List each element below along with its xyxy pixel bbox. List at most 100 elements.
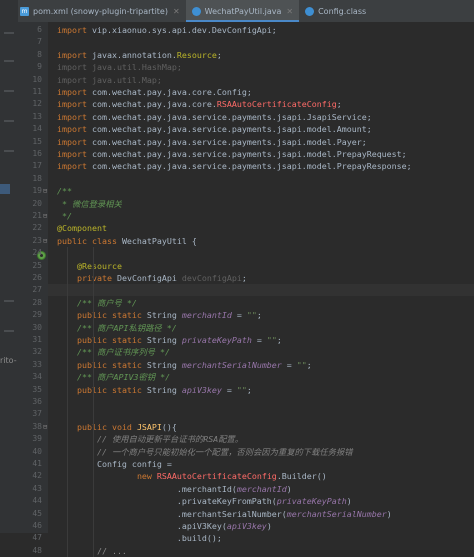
line-number[interactable]: 19: [18, 185, 42, 197]
close-icon[interactable]: ✕: [286, 7, 293, 16]
code-line[interactable]: public static String privateKeyPath = ""…: [48, 334, 474, 346]
code-line[interactable]: [48, 247, 474, 259]
code-line[interactable]: /**: [48, 185, 474, 197]
line-number[interactable]: 38: [18, 421, 42, 433]
code-line[interactable]: import com.wechat.pay.java.service.payme…: [48, 136, 474, 148]
line-number[interactable]: 47: [18, 532, 42, 544]
code-line[interactable]: import com.wechat.pay.java.service.payme…: [48, 148, 474, 160]
code-line[interactable]: import java.util.Map;: [48, 74, 474, 86]
line-number[interactable]: 6: [18, 24, 42, 36]
fold-icon[interactable]: ⊟: [43, 421, 47, 433]
line-number[interactable]: 33: [18, 359, 42, 371]
code-line[interactable]: public static String merchantId = "";: [48, 309, 474, 321]
tab-wechatpayutil[interactable]: WechatPayUtil.java ✕: [185, 0, 300, 22]
line-number[interactable]: 35: [18, 384, 42, 396]
code-line[interactable]: import com.wechat.pay.java.service.payme…: [48, 111, 474, 123]
line-number[interactable]: 27: [18, 284, 42, 296]
line-number[interactable]: 42: [18, 470, 42, 482]
code-line[interactable]: private DevConfigApi devConfigApi;: [48, 272, 474, 284]
code-text: .apiV3Key(apiV3key): [57, 520, 272, 532]
line-number[interactable]: 36: [18, 396, 42, 408]
line-number[interactable]: 7: [18, 36, 42, 48]
code-line[interactable]: /** 商户号 */: [48, 297, 474, 309]
code-line[interactable]: @Resource: [48, 260, 474, 272]
line-number[interactable]: 16: [18, 148, 42, 160]
line-number[interactable]: 23: [18, 235, 42, 247]
code-line[interactable]: [48, 396, 474, 408]
code-line[interactable]: [48, 408, 474, 420]
line-number[interactable]: 22: [18, 222, 42, 234]
line-number[interactable]: 46: [18, 520, 42, 532]
code-line[interactable]: /** 商户API私钥路径 */: [48, 322, 474, 334]
line-number[interactable]: 40: [18, 446, 42, 458]
line-number[interactable]: 34: [18, 371, 42, 383]
code-line[interactable]: import java.util.HashMap;: [48, 61, 474, 73]
code-line[interactable]: @Component: [48, 222, 474, 234]
code-line[interactable]: [48, 284, 474, 297]
code-line[interactable]: import com.wechat.pay.java.service.payme…: [48, 160, 474, 172]
code-line[interactable]: .privateKeyFromPath(privateKeyPath): [48, 495, 474, 507]
code-line[interactable]: import com.wechat.pay.java.service.payme…: [48, 123, 474, 135]
code-line[interactable]: */: [48, 210, 474, 222]
code-line[interactable]: public class WechatPayUtil {: [48, 235, 474, 247]
code-line[interactable]: public void JSAPI(){: [48, 421, 474, 433]
fold-icon[interactable]: ⊟: [43, 210, 47, 222]
line-number[interactable]: 41: [18, 458, 42, 470]
line-number[interactable]: 8: [18, 49, 42, 61]
code-line[interactable]: .merchantId(merchantId): [48, 483, 474, 495]
code-editor[interactable]: import vip.xiaonuo.sys.api.dev.DevConfig…: [48, 22, 474, 557]
line-number[interactable]: 20: [18, 198, 42, 210]
code-line[interactable]: public static String merchantSerialNumbe…: [48, 359, 474, 371]
line-number[interactable]: 26: [18, 272, 42, 284]
line-number[interactable]: 15: [18, 136, 42, 148]
line-number[interactable]: 44: [18, 495, 42, 507]
line-number[interactable]: 17: [18, 160, 42, 172]
code-line[interactable]: [48, 36, 474, 48]
line-number[interactable]: 28: [18, 297, 42, 309]
code-line[interactable]: .apiV3Key(apiV3key): [48, 520, 474, 532]
code-line[interactable]: /** 商户APIV3密钥 */: [48, 371, 474, 383]
line-number[interactable]: 21: [18, 210, 42, 222]
code-line[interactable]: Config config =: [48, 458, 474, 470]
code-line[interactable]: import com.wechat.pay.java.core.Config;: [48, 86, 474, 98]
code-line[interactable]: // ...: [48, 545, 474, 557]
line-number[interactable]: 12: [18, 98, 42, 110]
line-number[interactable]: 10: [18, 74, 42, 86]
line-number[interactable]: 13: [18, 111, 42, 123]
fold-icon[interactable]: ⊟: [43, 185, 47, 197]
code-line[interactable]: * 微信登录相关: [48, 198, 474, 210]
fold-icon[interactable]: ⊟: [43, 235, 47, 247]
line-number[interactable]: 48: [18, 545, 42, 557]
line-number[interactable]: 31: [18, 334, 42, 346]
line-number[interactable]: 11: [18, 86, 42, 98]
project-tree-selection[interactable]: [0, 184, 10, 194]
tab-pom-xml[interactable]: m pom.xml (snowy-plugin-tripartite) ✕: [18, 0, 186, 22]
code-line[interactable]: public static String apiV3key = "";: [48, 384, 474, 396]
line-number[interactable]: 14: [18, 123, 42, 135]
line-number[interactable]: 24: [18, 247, 42, 259]
line-number[interactable]: 39: [18, 433, 42, 445]
line-number[interactable]: 9: [18, 61, 42, 73]
code-line[interactable]: import vip.xiaonuo.sys.api.dev.DevConfig…: [48, 24, 474, 36]
code-line[interactable]: new RSAAutoCertificateConfig.Builder(): [48, 470, 474, 482]
code-line[interactable]: .merchantSerialNumber(merchantSerialNumb…: [48, 508, 474, 520]
code-line[interactable]: // 一个商户号只能初始化一个配置，否则会因为重复的下载任务报错: [48, 446, 474, 458]
code-line[interactable]: import com.wechat.pay.java.core.RSAAutoC…: [48, 98, 474, 110]
code-line[interactable]: import javax.annotation.Resource;: [48, 49, 474, 61]
code-line[interactable]: .build();: [48, 532, 474, 544]
line-number[interactable]: 29: [18, 309, 42, 321]
line-number[interactable]: 45: [18, 508, 42, 520]
strip-dot: [4, 300, 14, 302]
tab-config-class[interactable]: Config.class: [299, 0, 372, 22]
line-number[interactable]: 37: [18, 408, 42, 420]
line-number[interactable]: 18: [18, 173, 42, 185]
line-number-gutter[interactable]: 6 7 8 9 10 11 12 13 14 15 16 17 18 19 ⊟ 20 21 ⊟ 22 23 ⊟ 24 25 2…: [18, 22, 48, 555]
line-number[interactable]: 25: [18, 260, 42, 272]
line-number[interactable]: 43: [18, 483, 42, 495]
line-number[interactable]: 32: [18, 346, 42, 358]
code-line[interactable]: [48, 173, 474, 185]
code-line[interactable]: // 使用自动更新平台证书的RSA配置。: [48, 433, 474, 445]
code-line[interactable]: /** 商户证书序列号 */: [48, 346, 474, 358]
line-number[interactable]: 30: [18, 322, 42, 334]
close-icon[interactable]: ✕: [173, 7, 180, 16]
